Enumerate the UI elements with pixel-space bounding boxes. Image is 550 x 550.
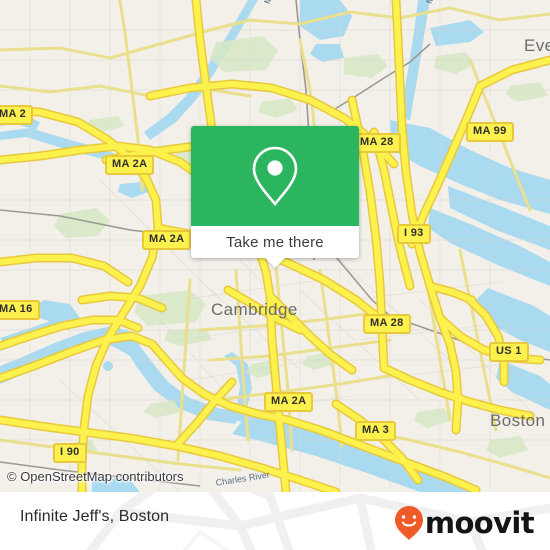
- moovit-map-page: MA 2 MA 2A MA 2A MA 16 MA 28 MA 99 I 93 MA 28 US…: [0, 0, 550, 550]
- callout-icon-area: [191, 126, 359, 226]
- moovit-wordmark: moovit: [424, 505, 535, 540]
- location-title: Infinite Jeff's, Boston: [20, 508, 170, 525]
- osm-attribution: © OpenStreetMap contributors: [7, 469, 184, 484]
- road-shield: MA 16: [0, 300, 40, 320]
- road-shield: MA 28: [363, 314, 411, 334]
- take-me-there-label: Take me there: [226, 233, 324, 251]
- place-label: Boston: [490, 411, 546, 430]
- callout-action-bar[interactable]: Take me there: [191, 226, 359, 268]
- callout-tail: [264, 257, 286, 268]
- road-shield: MA 99: [466, 122, 514, 142]
- road-shield: MA 3: [355, 421, 397, 441]
- place-label: Ever: [524, 36, 550, 55]
- moovit-pin-icon: [394, 506, 423, 540]
- road-shield: MA 28: [353, 133, 401, 153]
- road-shield: US 1: [489, 342, 529, 362]
- moovit-logo[interactable]: moovit: [394, 505, 535, 541]
- road-shield: MA 2A: [264, 392, 314, 412]
- road-shield: MA 2: [0, 105, 34, 125]
- road-shield: MA 2A: [142, 230, 192, 250]
- place-label: Cambridge: [211, 300, 298, 319]
- road-shield: I 93: [397, 224, 431, 244]
- footer-bar: Infinite Jeff's, Boston moovit: [0, 492, 550, 550]
- road-shield: MA 2A: [105, 155, 155, 175]
- road-shield: I 90: [53, 443, 87, 463]
- map-pin-icon: [252, 146, 298, 207]
- take-me-there-callout[interactable]: Take me there: [191, 126, 359, 268]
